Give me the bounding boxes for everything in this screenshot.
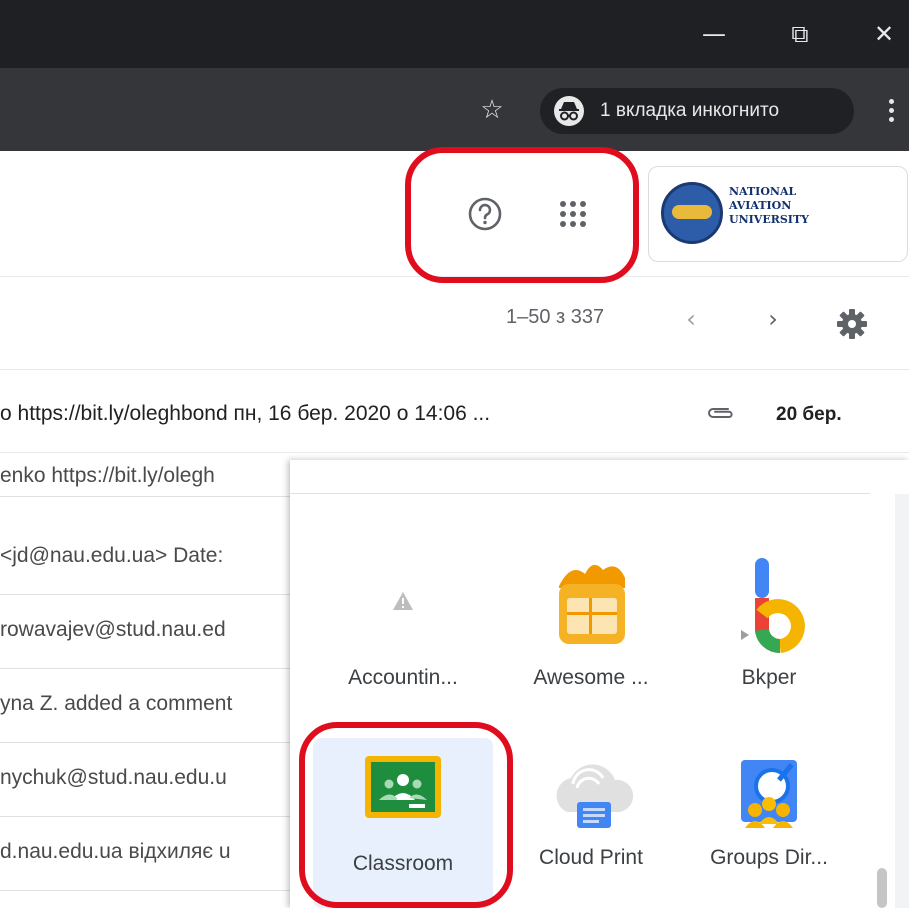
incognito-icon — [554, 96, 584, 126]
app-label: Accountin... — [348, 666, 458, 689]
previous-page-button[interactable]: ‹ — [676, 304, 706, 334]
kebab-menu-icon[interactable] — [886, 96, 896, 128]
list-item[interactable]: enko https://bit.ly/olegh — [0, 456, 320, 497]
app-label: Bkper — [741, 666, 797, 689]
highlight-apps-launcher — [405, 147, 639, 283]
groups-directory-icon — [719, 748, 819, 848]
app-tile-accounting[interactable]: Accountin... — [313, 558, 493, 718]
mail-snippet: o https://bit.ly/oleghbond пн, 16 бер. 2… — [0, 402, 491, 425]
organization-name: NATIONAL AVIATION UNIVERSITY — [729, 185, 809, 226]
bkper-icon — [719, 558, 819, 658]
app-label: Awesome ... — [533, 666, 649, 689]
app-tile-cloud-print[interactable]: Cloud Print — [501, 738, 681, 898]
organization-logo[interactable]: NATIONAL AVIATION UNIVERSITY — [648, 166, 908, 262]
list-item[interactable]: <jd@nau.edu.ua> Date: — [0, 520, 320, 595]
next-page-button[interactable]: › — [758, 304, 788, 334]
list-item[interactable]: d.nau.edu.ua відхиляє u — [0, 816, 320, 891]
highlight-classroom — [299, 722, 513, 908]
app-tile-awesome-table[interactable]: Awesome ... — [501, 558, 681, 718]
app-tile-bkper[interactable]: Bkper — [679, 558, 859, 718]
minimize-button[interactable]: — — [694, 14, 734, 54]
browser-titlebar — [0, 0, 909, 68]
mail-date: 20 бер. — [776, 404, 842, 425]
app-tile-groups-directory[interactable]: Groups Dir... — [679, 738, 859, 898]
awesome-table-icon — [541, 558, 641, 658]
list-item[interactable]: nychuk@stud.nau.edu.u — [0, 742, 320, 817]
attachment-icon — [706, 406, 736, 420]
scrollbar-thumb[interactable] — [877, 868, 887, 908]
incognito-indicator[interactable]: 1 вкладка инкогнито — [540, 88, 854, 134]
scrollbar-track[interactable] — [895, 494, 909, 908]
close-window-button[interactable]: ✕ — [864, 14, 904, 54]
app-label: Groups Dir... — [710, 846, 828, 869]
incognito-label: 1 вкладка инкогнито — [600, 100, 780, 121]
restore-button[interactable]: ⧉ — [780, 14, 820, 54]
pagination-count: 1–50 з 337 — [506, 306, 605, 328]
app-label: Cloud Print — [539, 846, 643, 869]
gear-icon[interactable] — [836, 308, 868, 340]
list-item[interactable]: rowavajev@stud.nau.ed — [0, 594, 320, 669]
warning-icon — [353, 558, 453, 658]
university-seal-icon — [661, 182, 723, 244]
divider — [290, 493, 870, 494]
list-item[interactable]: yna Z. added a comment — [0, 668, 320, 743]
cloud-print-icon — [541, 748, 641, 848]
star-icon[interactable]: ☆ — [472, 88, 512, 132]
